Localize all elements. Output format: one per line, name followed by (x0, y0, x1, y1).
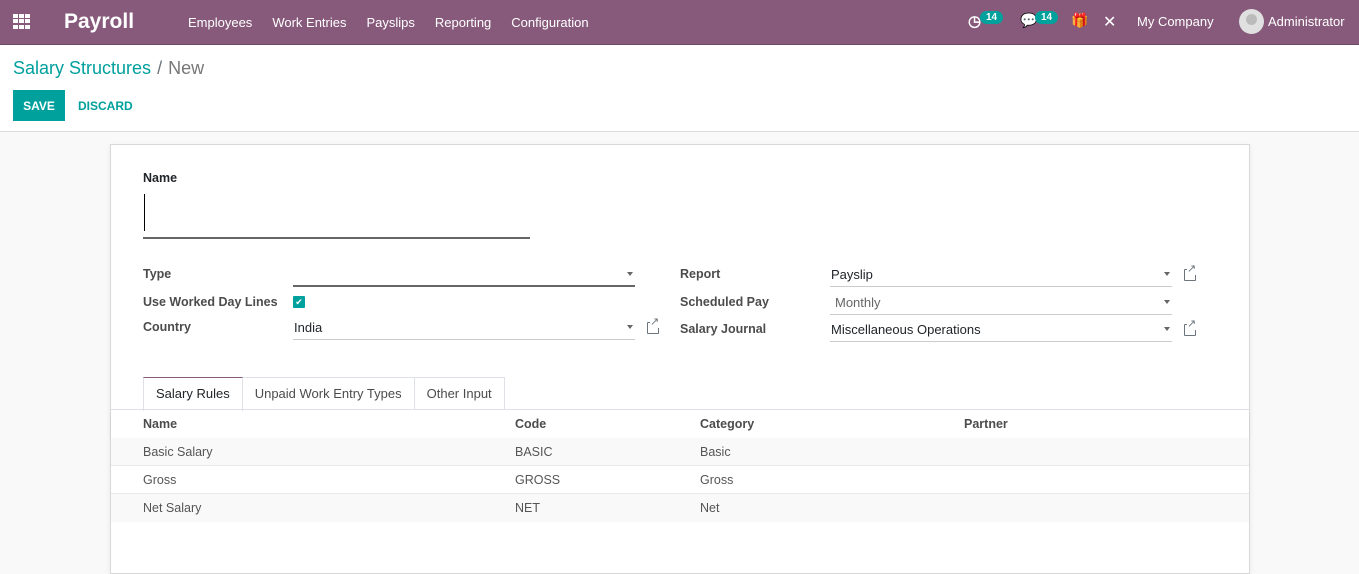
menu-configuration[interactable]: Configuration (511, 15, 588, 30)
notebook-tabs: Salary Rules Unpaid Work Entry Types Oth… (143, 377, 505, 411)
menu-employees[interactable]: Employees (188, 15, 252, 30)
scheduled-pay-label: Scheduled Pay (680, 295, 769, 309)
dropdown-arrow-icon (1164, 327, 1170, 331)
cell-code: GROSS (515, 473, 561, 487)
column-header-name[interactable]: Name (143, 417, 177, 431)
table-header: Name Code Category Partner (111, 410, 1249, 438)
top-navbar: Payroll Employees Work Entries Payslips … (0, 0, 1359, 45)
external-link-icon[interactable] (647, 317, 660, 334)
salary-rules-table: Name Code Category Partner Basic Salary … (111, 410, 1249, 522)
name-input[interactable] (143, 191, 530, 239)
cell-category: Net (700, 501, 720, 515)
salary-journal-label: Salary Journal (680, 322, 767, 336)
menu-payslips[interactable]: Payslips (366, 15, 414, 30)
cell-name: Net Salary (143, 501, 202, 515)
breadcrumb-current: New (168, 58, 205, 78)
form-sheet: Name Type Use Worked Day Lines ✔ Country… (110, 144, 1250, 574)
dropdown-arrow-icon (1164, 272, 1170, 276)
name-label: Name (143, 171, 178, 185)
tab-other-input[interactable]: Other Input (413, 377, 505, 410)
dropdown-arrow-icon (1164, 300, 1170, 304)
country-value: India (294, 320, 323, 335)
report-value: Payslip (831, 267, 873, 282)
cell-name: Gross (143, 473, 177, 487)
salary-journal-select[interactable]: Miscellaneous Operations (830, 318, 1172, 342)
cell-name: Basic Salary (143, 445, 213, 459)
report-select[interactable]: Payslip (830, 263, 1172, 287)
cell-category: Gross (700, 473, 734, 487)
cell-code: BASIC (515, 445, 553, 459)
cell-category: Basic (700, 445, 731, 459)
salary-journal-value: Miscellaneous Operations (831, 322, 981, 337)
table-row[interactable]: Gross GROSS Gross (111, 466, 1249, 494)
scheduled-pay-select[interactable]: Monthly (830, 291, 1172, 315)
column-header-code[interactable]: Code (515, 417, 546, 431)
app-title: Payroll (64, 10, 135, 33)
dropdown-arrow-icon (627, 325, 633, 329)
control-panel: Salary Structures / New SAVE DISCARD (0, 45, 1359, 132)
scheduled-pay-value: Monthly (835, 295, 881, 310)
tab-salary-rules[interactable]: Salary Rules (143, 377, 243, 411)
user-avatar[interactable] (1239, 9, 1264, 34)
cell-code: NET (515, 501, 540, 515)
country-select[interactable]: India (293, 316, 635, 340)
activity-badge: 14 (980, 11, 1004, 24)
text-caret (144, 194, 145, 231)
gift-icon[interactable]: 🎁 (1071, 12, 1088, 29)
use-worked-day-lines-checkbox[interactable]: ✔ (293, 296, 305, 308)
activity-clock-icon[interactable]: ◷ (968, 12, 981, 30)
messages-badge: 14 (1035, 11, 1059, 24)
use-worked-day-lines-label: Use Worked Day Lines (143, 295, 278, 309)
user-menu[interactable]: Administrator (1268, 14, 1345, 29)
breadcrumb-salary-structures[interactable]: Salary Structures (13, 58, 151, 78)
menu-reporting[interactable]: Reporting (435, 15, 491, 30)
breadcrumb: Salary Structures / New (13, 58, 204, 79)
external-link-icon[interactable] (1184, 319, 1197, 336)
type-select[interactable] (293, 263, 635, 287)
tab-unpaid-work-entry-types[interactable]: Unpaid Work Entry Types (241, 377, 415, 410)
dropdown-arrow-icon (627, 272, 633, 276)
company-switcher[interactable]: My Company (1137, 14, 1214, 29)
type-label: Type (143, 267, 172, 281)
column-header-category[interactable]: Category (700, 417, 754, 431)
save-button[interactable]: SAVE (13, 90, 65, 121)
main-menu: Employees Work Entries Payslips Reportin… (188, 15, 609, 30)
column-header-partner[interactable]: Partner (964, 417, 1008, 431)
discard-button[interactable]: DISCARD (70, 90, 141, 121)
breadcrumb-separator: / (157, 58, 163, 78)
table-row[interactable]: Basic Salary BASIC Basic (111, 438, 1249, 466)
apps-menu-icon[interactable] (13, 14, 31, 29)
country-label: Country (143, 320, 191, 334)
menu-work-entries[interactable]: Work Entries (272, 15, 346, 30)
external-link-icon[interactable] (1184, 264, 1197, 281)
table-row[interactable]: Net Salary NET Net (111, 494, 1249, 522)
report-label: Report (680, 267, 721, 281)
debug-tools-icon[interactable]: ✕ (1103, 12, 1116, 32)
